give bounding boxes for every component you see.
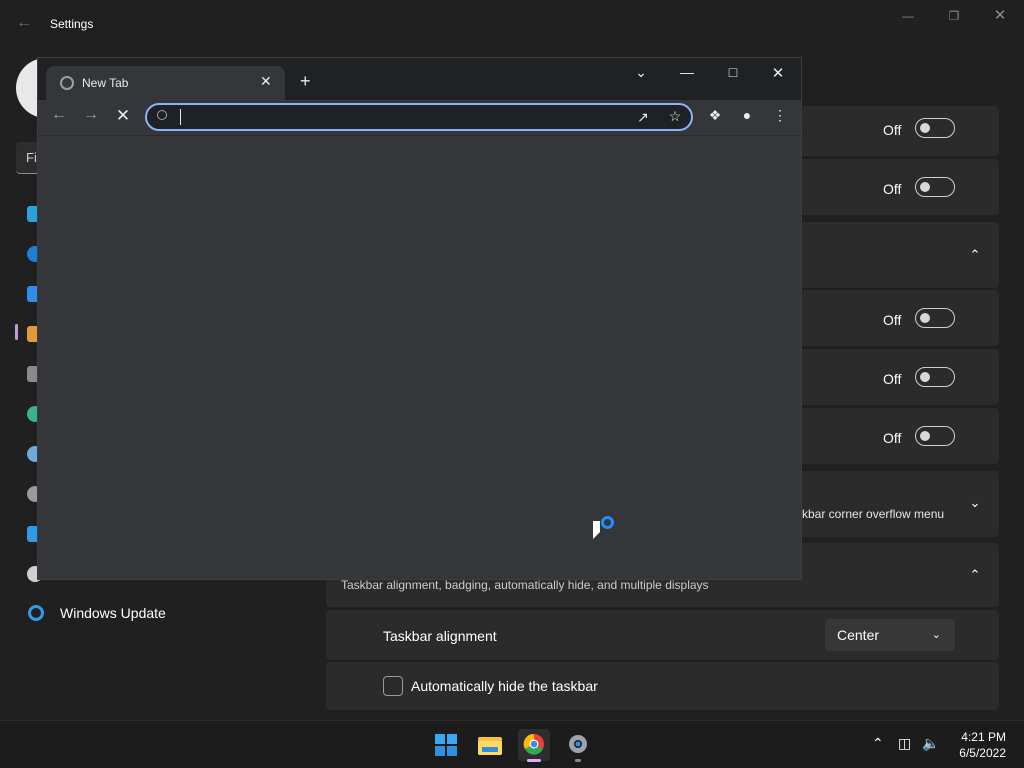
chrome-tab-icon — [60, 76, 74, 90]
loading-spinner-icon — [601, 516, 614, 529]
chrome-toolbar: ← → ✕ ↗ ☆ ❖ ● ⋮ — [38, 100, 801, 136]
settings-row: Automatically hide the taskbar — [326, 662, 999, 710]
taskbar: ⌃ ◫ 🔈 4:21 PM 6/5/2022 — [0, 720, 1024, 768]
more-menu-icon[interactable]: ⋮ — [770, 107, 790, 124]
dropdown-value: Center — [837, 627, 880, 643]
tab-search-chevron-icon[interactable]: ⌄ — [626, 64, 656, 81]
maximize-icon[interactable]: □ — [718, 64, 748, 80]
toggle-state-label: Off — [883, 430, 902, 446]
restore-icon[interactable]: ❐ — [934, 6, 974, 26]
chevron-up-icon: ⌃ — [969, 247, 981, 262]
forward-arrow-icon[interactable]: → — [79, 106, 103, 124]
folder-icon — [478, 737, 502, 755]
gear-icon — [569, 735, 587, 753]
toggle-switch[interactable] — [915, 308, 955, 328]
stop-loading-icon[interactable]: ✕ — [111, 106, 135, 126]
windows-logo-icon — [435, 734, 457, 756]
section-description: Taskbar alignment, badging, automaticall… — [341, 578, 709, 592]
clock-date: 6/5/2022 — [959, 746, 1006, 760]
running-indicator — [575, 759, 581, 762]
clock[interactable]: 4:21 PM 6/5/2022 — [950, 729, 1006, 761]
back-arrow-icon[interactable]: ← — [14, 13, 34, 33]
start-button[interactable] — [430, 729, 462, 761]
search-icon — [157, 110, 167, 120]
settings-taskbar-button[interactable] — [562, 729, 594, 762]
volume-icon[interactable]: 🔈 — [922, 735, 939, 752]
checkbox-label: Automatically hide the taskbar — [411, 678, 598, 694]
address-bar-input[interactable]: ↗ ☆ — [145, 103, 693, 131]
window-title: Settings — [50, 17, 94, 31]
profile-icon[interactable]: ● — [737, 107, 757, 123]
minimize-icon[interactable]: — — [672, 64, 702, 80]
toggle-switch[interactable] — [915, 367, 955, 387]
windows-update-icon — [28, 605, 44, 621]
tab-title: New Tab — [82, 76, 129, 90]
extensions-puzzle-icon[interactable]: ❖ — [705, 107, 725, 124]
clock-time: 4:21 PM — [961, 730, 1006, 744]
row-label: Taskbar alignment — [383, 628, 497, 644]
chevron-down-icon: ⌄ — [969, 495, 981, 510]
share-icon[interactable]: ↗ — [633, 109, 653, 126]
chevron-down-icon: ⌄ — [931, 629, 941, 641]
chevron-up-icon[interactable]: ⌃ — [872, 735, 884, 752]
file-explorer-button[interactable] — [474, 729, 506, 761]
toggle-switch[interactable] — [915, 177, 955, 197]
back-arrow-icon[interactable]: ← — [47, 106, 71, 124]
alignment-dropdown[interactable]: Center ⌄ — [825, 619, 955, 651]
bookmark-star-icon[interactable]: ☆ — [665, 108, 685, 125]
toggle-switch[interactable] — [915, 118, 955, 138]
minimize-icon[interactable]: — — [888, 6, 928, 26]
text-caret — [180, 109, 181, 125]
nav-selected-indicator — [15, 324, 18, 340]
toggle-state-label: Off — [883, 312, 902, 328]
sidebar-item-label: Windows Update — [60, 605, 166, 621]
chrome-titlebar[interactable]: New Tab ✕ + ⌄ — □ ✕ — [38, 58, 801, 100]
network-icon[interactable]: ◫ — [898, 735, 911, 752]
toggle-state-label: Off — [883, 371, 902, 387]
new-tab-plus-icon[interactable]: + — [300, 71, 311, 92]
close-icon[interactable]: ✕ — [980, 6, 1020, 26]
close-tab-icon[interactable]: ✕ — [260, 73, 272, 90]
chrome-taskbar-button[interactable] — [518, 729, 550, 762]
sidebar-item-windows-update[interactable]: Windows Update — [28, 605, 166, 621]
mouse-cursor-icon — [593, 521, 600, 539]
chrome-icon — [523, 733, 544, 755]
section-description: skbar corner overflow menu — [796, 507, 945, 521]
autohide-checkbox[interactable] — [383, 676, 403, 696]
close-icon[interactable]: ✕ — [763, 64, 793, 82]
toggle-switch[interactable] — [915, 426, 955, 446]
tab-new-tab[interactable]: New Tab ✕ — [46, 66, 285, 100]
chevron-up-icon: ⌃ — [969, 567, 981, 582]
toggle-state-label: Off — [883, 122, 902, 138]
toggle-state-label: Off — [883, 181, 902, 197]
active-indicator — [527, 759, 541, 762]
chrome-window: New Tab ✕ + ⌄ — □ ✕ ← → ✕ ↗ ☆ ❖ ● ⋮ — [37, 57, 802, 580]
